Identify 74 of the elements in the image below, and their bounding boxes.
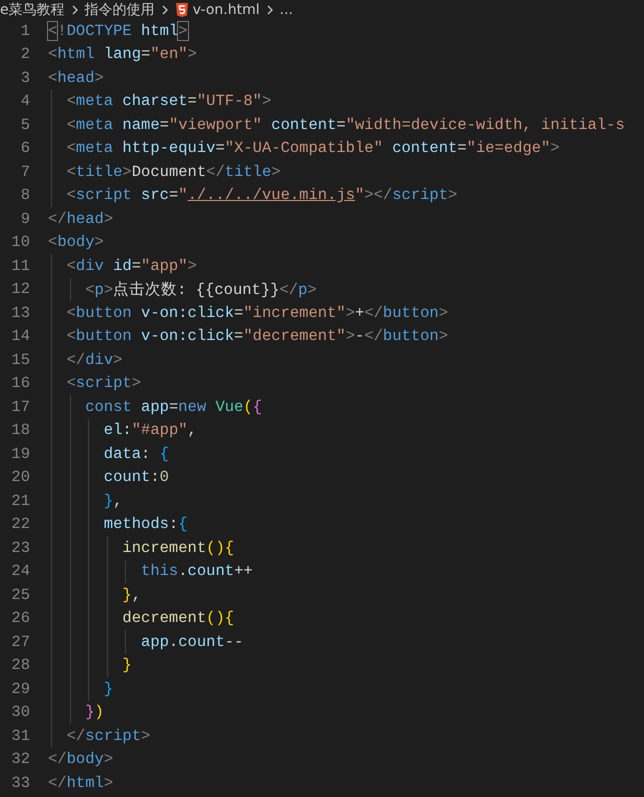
shield-icon xyxy=(174,2,189,18)
code-line: <!DOCTYPE html> xyxy=(48,22,188,40)
line-number: 12 xyxy=(10,280,30,298)
line-number: 15 xyxy=(10,350,30,369)
line-number: 27 xyxy=(10,632,30,651)
code-line: this.count++ xyxy=(140,562,253,580)
code-line: </script> xyxy=(66,726,150,745)
code-line: el:"#app", xyxy=(102,421,197,440)
code-line: <title>Document</title> xyxy=(66,162,281,181)
line-number: 1 xyxy=(20,22,30,40)
code-line: </head> xyxy=(48,210,114,228)
line-number: 33 xyxy=(10,774,30,792)
code-line: <p>点击次数: {{count}}</p> xyxy=(84,280,317,300)
line-number: 14 xyxy=(10,327,30,346)
code-line: decrement(){ xyxy=(121,609,234,628)
code-line: } xyxy=(102,680,114,698)
code-line: methods:{ xyxy=(102,515,188,534)
code-line: <button v-on:click="increment">+</button> xyxy=(66,304,448,322)
code-line: }, xyxy=(121,586,142,604)
code-line: <meta http-equiv="X-UA-Compatible" content="ie=edge"> xyxy=(66,139,560,158)
code-line: </html> xyxy=(48,774,114,792)
code-line: app.count-- xyxy=(140,632,244,651)
line-number: 31 xyxy=(10,726,30,745)
code-line: <div id="app"> xyxy=(66,256,197,275)
breadcrumb-item[interactable]: v-on.html xyxy=(192,2,260,18)
code-line: <meta charset="UTF-8"> xyxy=(66,92,272,110)
chevron-icon xyxy=(160,4,169,16)
line-number: 24 xyxy=(10,562,30,580)
code-line: }, xyxy=(102,492,122,510)
line-number: 21 xyxy=(10,492,30,510)
line-number: 17 xyxy=(10,398,30,416)
line-number: 10 xyxy=(10,233,30,252)
code-line: </body> xyxy=(48,750,114,768)
line-number: 16 xyxy=(10,374,30,392)
line-number: 32 xyxy=(10,750,30,768)
chevron-icon xyxy=(266,4,274,16)
line-number: 23 xyxy=(10,538,30,557)
line-number: 19 xyxy=(10,444,30,463)
line-number: 8 xyxy=(20,186,30,204)
line-number: 7 xyxy=(20,162,30,181)
code-line: <html lang="en"> xyxy=(48,45,197,64)
line-number: 5 xyxy=(20,116,30,134)
code-line: } xyxy=(121,656,132,674)
breadcrumb-item[interactable]: ... xyxy=(280,2,293,18)
code-line: }) xyxy=(84,703,104,722)
line-number: 9 xyxy=(20,210,30,228)
code-line: <script src="./../../vue.min.js"></script> xyxy=(66,186,458,204)
line-number: 13 xyxy=(10,304,30,322)
code-line: count:0 xyxy=(102,468,169,486)
line-number: 28 xyxy=(10,656,30,674)
line-number: 6 xyxy=(20,139,30,158)
code-line: const app=new Vue({ xyxy=(84,398,262,416)
line-number: 26 xyxy=(10,609,30,628)
line-number: 22 xyxy=(10,515,30,534)
line-number: 29 xyxy=(10,680,30,698)
code-line: <head> xyxy=(48,68,104,87)
line-number: 3 xyxy=(20,68,30,87)
code-line: increment(){ xyxy=(121,538,234,557)
chevron-icon xyxy=(70,4,79,16)
code-line: data: { xyxy=(102,444,169,463)
line-number: 30 xyxy=(10,703,30,722)
code-line: <body> xyxy=(48,233,104,252)
line-number: 11 xyxy=(10,256,30,275)
breadcrumb-item[interactable]: e菜鸟教程 xyxy=(0,0,65,18)
line-number: 2 xyxy=(20,45,30,64)
code-line: <script> xyxy=(66,374,142,392)
line-number: 18 xyxy=(10,421,30,440)
breadcrumb-item[interactable]: 指令的使用 xyxy=(84,0,155,18)
code-line: <meta name="viewport" content="width=device-width, initial-s xyxy=(66,116,625,134)
code-line: <button v-on:click="decrement">-</button> xyxy=(66,327,448,346)
line-number: 4 xyxy=(20,92,30,110)
line-number: 25 xyxy=(10,586,30,604)
line-number: 20 xyxy=(10,468,30,486)
code-line: </div> xyxy=(66,350,122,369)
